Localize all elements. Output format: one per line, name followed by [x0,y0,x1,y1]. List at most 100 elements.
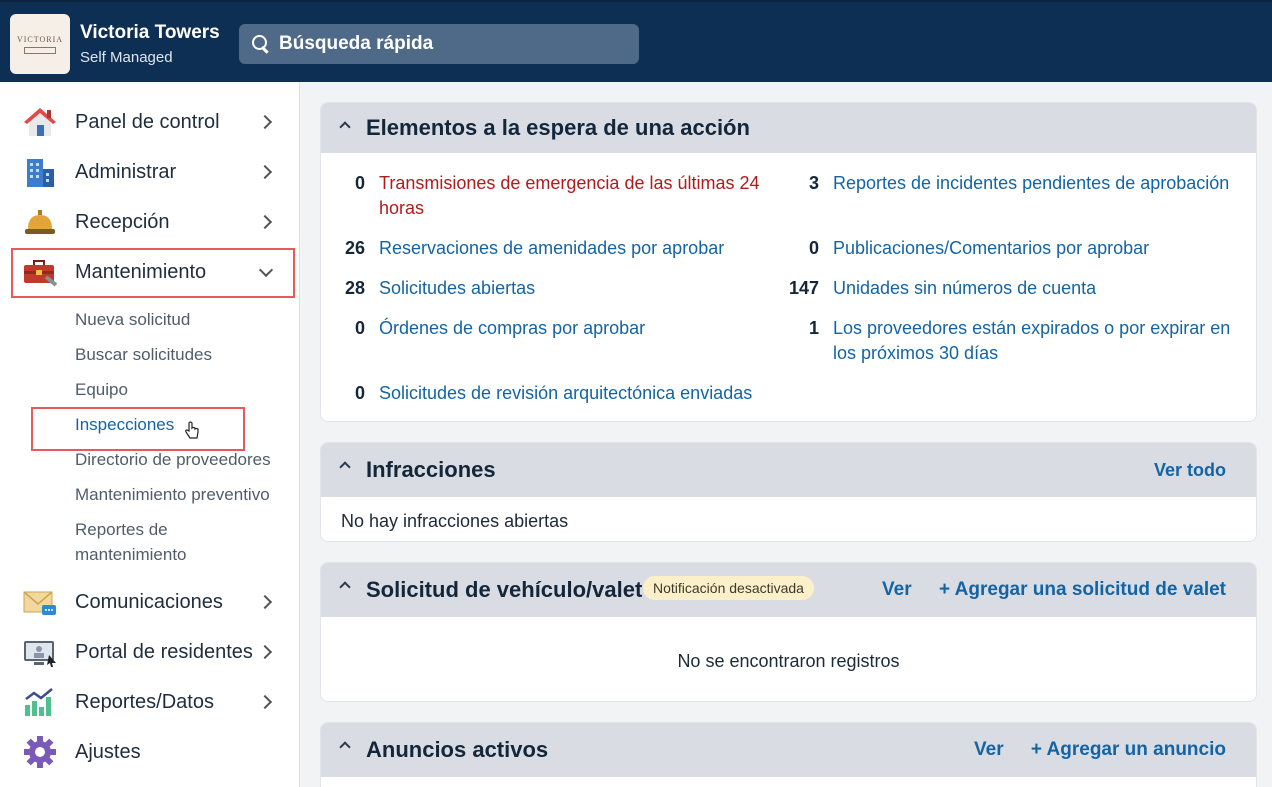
sidebar-item-label: Ajustes [75,740,141,763]
stat-label: Reportes de incidentes pendientes de apr… [833,173,1230,193]
sidebar-item-label: Comunicaciones [75,590,223,613]
stat-label-line1: Los proveedores están expirados o por ex… [833,318,1231,338]
submenu-label-line1: Reportes de [75,520,168,539]
valet-card: Solicitud de vehículo/valet Notificación… [320,562,1257,702]
stat-count: 147 [788,278,819,298]
logo-underline [24,46,56,54]
quick-search-input[interactable]: Búsqueda rápida [239,24,639,64]
view-link[interactable]: Ver [974,739,1004,761]
stat-count: 0 [354,318,365,338]
card-header[interactable]: Anuncios activos Ver + Agregar un anunci… [321,723,1256,777]
card-header[interactable]: Elementos a la espera de una acción [321,103,1256,153]
pending-stat-purchase-orders[interactable]: 0 Órdenes de compras por aprobar [329,316,645,341]
submenu-buscar-solicitudes[interactable]: Buscar solicitudes [75,342,212,367]
collapse-caret-icon[interactable] [339,581,351,593]
property-name[interactable]: Victoria Towers [80,22,220,44]
stat-label: Reservaciones de amenidades por aprobar [379,238,725,258]
building-icon [22,155,58,189]
sidebar-item-label: Recepción [75,210,170,233]
empty-message: No se encontraron registros [677,651,900,671]
sidebar-item-ajustes[interactable]: Ajustes [0,727,300,777]
submenu-equipo[interactable]: Equipo [75,377,128,402]
stat-label: Transmisiones de emergencia de las últim… [379,171,769,221]
sidebar-item-recepcion[interactable]: Recepción [0,197,300,247]
pending-stat-architectural[interactable]: 0 Solicitudes de revisión arquitectónica… [329,381,752,406]
highlight-box-inspecciones [31,407,245,451]
chevron-right-icon [258,692,272,712]
card-header[interactable]: Infracciones Ver todo [321,443,1256,497]
pending-stat-vendors[interactable]: 1 Los proveedores están expirados o por … [773,316,1253,366]
property-type: Self Managed [80,49,173,66]
stat-label-line2: horas [379,198,425,218]
card-title: Elementos a la espera de una acción [366,115,750,140]
property-logo[interactable]: VICTORIA [10,14,70,74]
bell-icon [22,205,58,239]
stat-count: 3 [808,173,819,193]
search-icon [251,34,271,54]
collapse-caret-icon[interactable] [339,121,351,133]
stat-count: 26 [344,238,365,258]
stat-count: 0 [354,173,365,193]
stat-label: Solicitudes abiertas [379,278,536,298]
home-icon [22,105,58,139]
submenu-mantenimiento-preventivo[interactable]: Mantenimiento preventivo [75,482,270,507]
sidebar-item-label: Portal de residentes [75,640,253,663]
sidebar-item-comunicaciones[interactable]: Comunicaciones [0,577,300,627]
pending-stat-emergency[interactable]: 0 Transmisiones de emergencia de las últ… [329,171,769,221]
empty-message: No hay infracciones abiertas [341,511,569,531]
pending-stat-incidents[interactable]: 3 Reportes de incidentes pendientes de a… [773,171,1229,196]
stat-count: 0 [354,383,365,403]
card-title: Solicitud de vehículo/valet [366,577,643,602]
stat-count: 0 [808,238,819,258]
stat-label-line1: Transmisiones de emergencia de las últim… [379,173,760,193]
top-bar: VICTORIA Victoria Towers Self Managed Bú… [0,0,1272,82]
sidebar-item-reportes-datos[interactable]: Reportes/Datos [0,677,300,727]
notification-status-badge: Notificación desactivada [643,576,814,600]
stat-label: Unidades sin números de cuenta [833,278,1097,298]
stat-label: Solicitudes de revisión arquitectónica e… [379,383,753,403]
monitor-icon [22,635,58,669]
chevron-right-icon [258,642,272,662]
pending-stat-posts[interactable]: 0 Publicaciones/Comentarios por aprobar [773,236,1149,261]
stat-label: Órdenes de compras por aprobar [379,318,646,338]
submenu-label-line2: mantenimiento [75,545,187,564]
gear-icon [22,735,58,769]
chevron-right-icon [258,162,272,182]
stat-label-line2: los próximos 30 días [833,343,999,363]
card-header[interactable]: Solicitud de vehículo/valet Notificación… [321,563,1256,617]
view-link[interactable]: Ver [882,579,912,601]
announcements-card: Anuncios activos Ver + Agregar un anunci… [320,722,1257,787]
pending-stat-amenities[interactable]: 26 Reservaciones de amenidades por aprob… [329,236,724,261]
search-placeholder: Búsqueda rápida [279,33,434,54]
sidebar-item-label: Reportes/Datos [75,690,214,713]
chart-icon [22,685,58,719]
sidebar-item-portal-residentes[interactable]: Portal de residentes [0,627,300,677]
pending-stat-units[interactable]: 147 Unidades sin números de cuenta [773,276,1096,301]
stat-label: Publicaciones/Comentarios por aprobar [833,238,1150,258]
stat-count: 1 [808,318,819,338]
add-valet-request-link[interactable]: + Agregar una solicitud de valet [939,579,1226,601]
sidebar: Panel de control Administrar Recepción M… [0,82,300,787]
envelope-icon [22,585,58,619]
pending-stat-open-requests[interactable]: 28 Solicitudes abiertas [329,276,535,301]
chevron-right-icon [258,592,272,612]
sidebar-item-label: Panel de control [75,110,220,133]
add-announcement-link[interactable]: + Agregar un anuncio [1031,739,1226,761]
card-title: Infracciones [366,457,496,482]
stat-label: Los proveedores están expirados o por ex… [833,316,1253,366]
sidebar-item-label: Administrar [75,160,177,183]
collapse-caret-icon[interactable] [339,461,351,473]
submenu-nueva-solicitud[interactable]: Nueva solicitud [75,307,190,332]
pending-actions-card: Elementos a la espera de una acción 0 Tr… [320,102,1257,422]
collapse-caret-icon[interactable] [339,741,351,753]
logo-text: VICTORIA [16,34,64,44]
sidebar-item-dashboard[interactable]: Panel de control [0,97,300,147]
submenu-directorio-proveedores[interactable]: Directorio de proveedores [75,447,271,472]
sidebar-item-administrar[interactable]: Administrar [0,147,300,197]
submenu-reportes-mantenimiento[interactable]: Reportes de mantenimiento [75,517,187,567]
highlight-box-mantenimiento [11,248,295,298]
stat-count: 28 [344,278,365,298]
view-all-link[interactable]: Ver todo [1154,460,1226,481]
chevron-right-icon [258,212,272,232]
card-title: Anuncios activos [366,737,549,762]
